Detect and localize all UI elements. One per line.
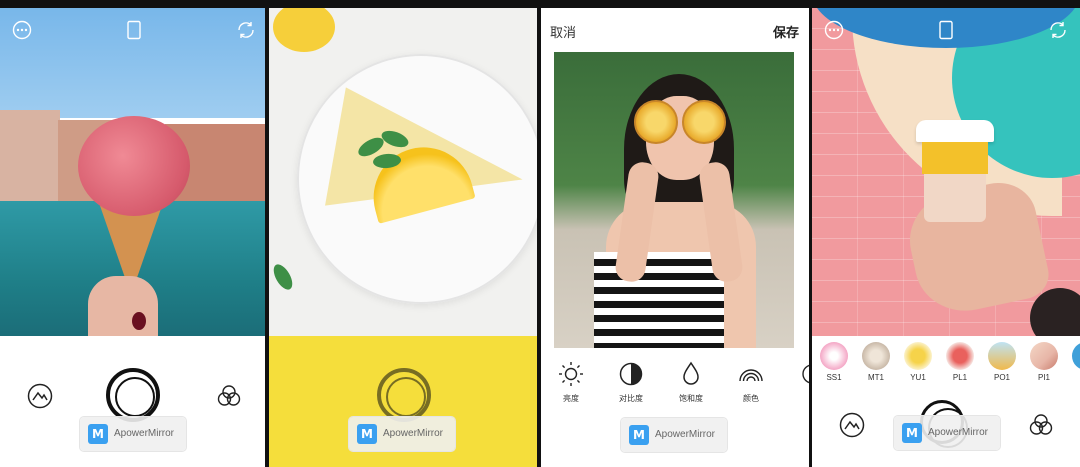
- pineapple-slice: [634, 100, 678, 144]
- phone-frame-icon[interactable]: [124, 20, 144, 40]
- apowermirror-logo-icon: M: [902, 423, 922, 443]
- tool-label: 对比度: [619, 394, 643, 403]
- tool-color[interactable]: 颜色: [721, 355, 781, 404]
- camera-preview: [0, 8, 265, 336]
- three-circles-icon[interactable]: [216, 383, 242, 409]
- apowermirror-logo-icon: M: [357, 424, 377, 444]
- camera-preview: [269, 8, 537, 336]
- apowermirror-logo-icon: M: [88, 424, 108, 444]
- filter-thumbnail: [946, 342, 974, 370]
- filter-label: YU1: [910, 373, 926, 382]
- status-bar: [0, 0, 265, 8]
- filter-item[interactable]: PL1: [940, 342, 980, 382]
- filter-label: PI1: [1037, 373, 1050, 382]
- tool-label: 亮度: [563, 394, 579, 403]
- camera-toolbar: M ApowerMirror: [0, 336, 265, 467]
- tool-label: 颜色: [743, 394, 759, 403]
- apowermirror-watermark: M ApowerMirror: [621, 418, 727, 452]
- ellipsis-circle-icon[interactable]: [12, 20, 32, 40]
- hand: [88, 276, 158, 336]
- watermark-text: ApowerMirror: [383, 428, 444, 439]
- filter-thumbnail-partial[interactable]: [1072, 342, 1080, 370]
- watermark-text: ApowerMirror: [655, 429, 716, 440]
- adjustment-toolbar: 亮度 对比度 饱和度 颜色: [541, 355, 809, 415]
- shutter-button[interactable]: [377, 368, 431, 422]
- rainbow-icon: [739, 369, 763, 382]
- camera-screen-venice: M ApowerMirror: [0, 0, 265, 467]
- sun-icon: [559, 362, 583, 386]
- filter-item[interactable]: PI1: [1024, 342, 1064, 382]
- apowermirror-watermark: M ApowerMirror: [894, 416, 1000, 450]
- lemon-slice: [273, 8, 335, 52]
- shutter-button[interactable]: [106, 368, 160, 422]
- filter-label: PL1: [952, 373, 968, 382]
- watermark-text: ApowerMirror: [114, 428, 175, 439]
- editor-header: 取消 保存: [541, 8, 809, 52]
- save-button[interactable]: 保存: [773, 22, 799, 41]
- filter-thumbnail: [820, 342, 848, 370]
- cancel-button[interactable]: 取消: [550, 22, 576, 41]
- apowermirror-logo-icon: M: [629, 425, 649, 445]
- camera-switch-icon[interactable]: [1048, 20, 1068, 40]
- tool-contrast[interactable]: 对比度: [601, 355, 661, 404]
- filter-label: MT1: [868, 373, 884, 382]
- camera-screen-lemon-tart: M ApowerMirror: [269, 0, 537, 467]
- apowermirror-watermark: M ApowerMirror: [80, 417, 186, 451]
- filter-label: PO1: [993, 373, 1010, 382]
- filter-item[interactable]: YU1: [898, 342, 938, 382]
- cup-lid: [916, 120, 994, 142]
- status-bar: [541, 0, 809, 8]
- mint-leaf: [269, 261, 297, 293]
- tool-label: 饱和度: [679, 394, 703, 403]
- camera-screen-filters: SS1 MT1 YU1 PL1 PO1 PI1 M ApowerMirror: [812, 0, 1080, 467]
- photo-editor-screen: 取消 保存 亮度 对比度 饱和度 颜色 M ApowerMirror: [541, 0, 809, 467]
- filter-label: SS1: [826, 373, 842, 382]
- three-circles-icon[interactable]: [1028, 412, 1054, 438]
- partial-tool-icon[interactable]: [799, 361, 809, 387]
- coffee-cup: [916, 120, 994, 222]
- filter-thumbnail: [862, 342, 890, 370]
- building: [0, 110, 60, 210]
- pineapple-slice: [682, 100, 726, 144]
- filter-thumbnail: [988, 342, 1016, 370]
- filter-item[interactable]: PO1: [982, 342, 1022, 382]
- apowermirror-watermark: M ApowerMirror: [349, 417, 455, 451]
- filter-thumbnail: [1030, 342, 1058, 370]
- ice-cream-scoop: [78, 116, 190, 216]
- cup-body: [924, 174, 986, 222]
- drop-icon: [683, 361, 699, 385]
- camera-preview: [812, 8, 1080, 336]
- status-bar: [269, 0, 537, 8]
- nail: [132, 312, 146, 330]
- cup-band: [922, 142, 988, 174]
- swimsuit: [594, 252, 724, 348]
- tool-saturation[interactable]: 饱和度: [661, 355, 721, 404]
- camera-toolbar: M ApowerMirror: [812, 394, 1080, 467]
- filter-item[interactable]: MT1: [856, 342, 896, 382]
- ellipsis-circle-icon[interactable]: [824, 20, 844, 40]
- edited-photo: [554, 52, 794, 348]
- tool-brightness[interactable]: 亮度: [541, 355, 601, 404]
- glitched-toolbar: M ApowerMirror: [269, 336, 537, 467]
- status-bar: [812, 0, 1080, 8]
- camera-switch-icon[interactable]: [236, 20, 256, 40]
- phone-frame-icon[interactable]: [936, 20, 956, 40]
- mountain-circle-icon[interactable]: [27, 383, 53, 409]
- mountain-circle-icon[interactable]: [839, 412, 865, 438]
- watermark-text: ApowerMirror: [928, 427, 989, 438]
- filter-item[interactable]: SS1: [814, 342, 854, 382]
- contrast-icon: [619, 362, 643, 386]
- filter-strip: SS1 MT1 YU1 PL1 PO1 PI1: [812, 336, 1080, 394]
- filter-thumbnail: [904, 342, 932, 370]
